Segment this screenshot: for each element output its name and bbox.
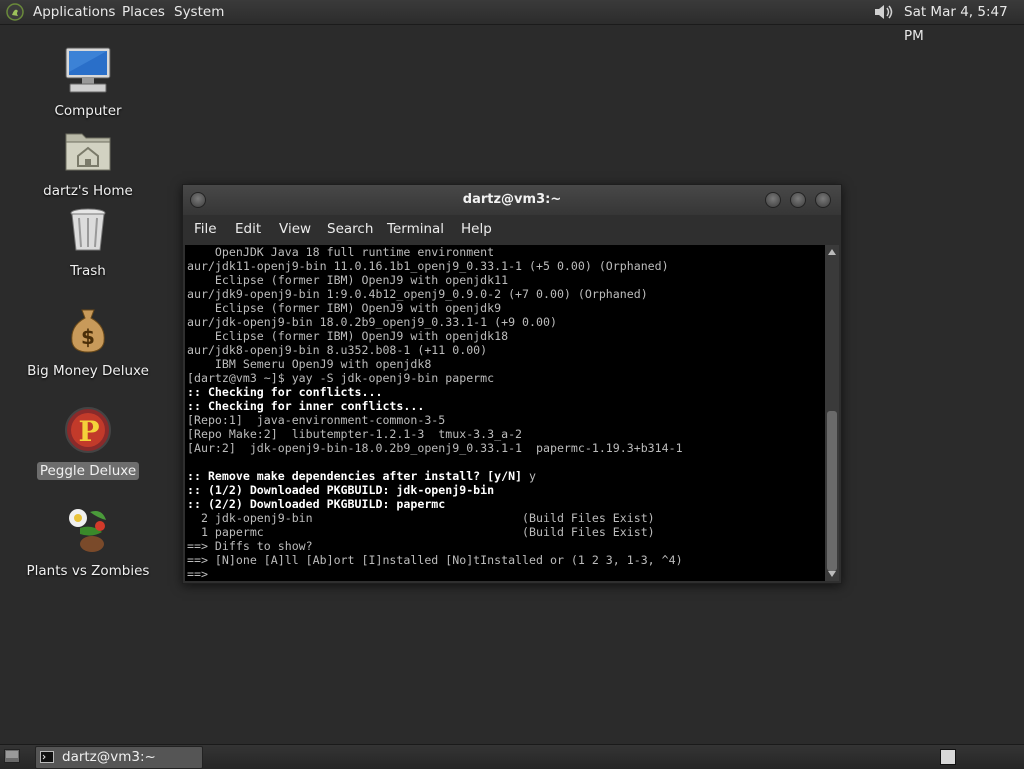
top-panel: Applications Places System Sat Mar 4, 5:…: [0, 0, 1024, 44]
svg-text:$: $: [81, 325, 95, 349]
desktop-icon-label: Plants vs Zombies: [26, 563, 150, 579]
desktop-icon-label: Big Money Deluxe: [27, 363, 149, 379]
terminal-line: Eclipse (former IBM) OpenJ9 with openjdk…: [187, 301, 502, 315]
scrollbar-thumb[interactable]: [827, 411, 837, 571]
desktop-icon-computer[interactable]: Computer: [23, 44, 153, 120]
places-menu[interactable]: Places: [122, 0, 165, 24]
terminal-line: Eclipse (former IBM) OpenJ9 with openjdk…: [187, 273, 509, 287]
taskbar-terminal-button[interactable]: dartz@vm3:~: [35, 746, 203, 769]
terminal-line: aur/jdk9-openj9-bin 1:9.0.4b12_openj9_0.…: [187, 287, 648, 301]
terminal-scrollbar[interactable]: [825, 245, 839, 581]
terminal-line: [Repo:1] java-environment-common-3-5: [187, 413, 446, 427]
desktop-icon-big-money-deluxe[interactable]: $ Big Money Deluxe: [23, 304, 153, 380]
menu-terminal[interactable]: Terminal: [387, 215, 444, 243]
show-desktop-icon[interactable]: [4, 749, 20, 763]
money-bag-icon: $: [71, 309, 105, 353]
desktop-icon-label: Computer: [54, 103, 122, 119]
terminal-menubar: File Edit View Search Terminal Help: [183, 215, 841, 243]
plants-vs-zombies-icon: [69, 509, 106, 552]
computer-icon: [65, 47, 111, 93]
peggle-icon: P: [65, 407, 111, 453]
terminal-line: [dartz@vm3 ~]$ yay -S jdk-openj9-bin pap…: [187, 371, 495, 385]
desktop-icon-label: Trash: [70, 263, 106, 279]
menu-help[interactable]: Help: [461, 215, 492, 243]
taskbar-terminal-label: dartz@vm3:~: [62, 749, 156, 765]
desktop-icon-label: dartz's Home: [43, 183, 133, 199]
terminal-line: aur/jdk8-openj9-bin 8.u352.b08-1 (+11 0.…: [187, 343, 488, 357]
maximize-icon[interactable]: [790, 192, 806, 208]
gnome-foot-icon[interactable]: [6, 3, 24, 21]
system-menu[interactable]: System: [174, 0, 224, 24]
terminal-line: IBM Semeru OpenJ9 with openjdk8: [187, 357, 432, 371]
menu-view[interactable]: View: [279, 215, 311, 243]
terminal-line: :: (2/2) Downloaded PKGBUILD: papermc: [187, 497, 446, 511]
menu-file[interactable]: File: [194, 215, 217, 243]
terminal-line: :: Checking for conflicts...: [187, 385, 383, 399]
scroll-down-icon[interactable]: [828, 571, 836, 577]
scroll-up-icon[interactable]: [828, 249, 836, 255]
terminal-line: 1 papermc (Build Files Exist): [187, 525, 655, 539]
workspace-switcher-icon[interactable]: [940, 749, 956, 765]
menu-search[interactable]: Search: [327, 215, 373, 243]
clock[interactable]: Sat Mar 4, 5:47 PM: [904, 0, 1024, 44]
close-icon[interactable]: [815, 192, 831, 208]
terminal-line: OpenJDK Java 18 full runtime environment: [187, 245, 495, 259]
speaker-icon[interactable]: [873, 3, 895, 21]
minimize-icon[interactable]: [765, 192, 781, 208]
terminal-line: aur/jdk-openj9-bin 18.0.2b9_openj9_0.33.…: [187, 315, 557, 329]
svg-text:P: P: [78, 415, 99, 448]
menu-edit[interactable]: Edit: [235, 215, 261, 243]
terminal-line: [Repo Make:2] libutempter-1.2.1-3 tmux-3…: [187, 427, 523, 441]
terminal-line: ==> Diffs to show?: [187, 539, 313, 553]
terminal-window[interactable]: dartz@vm3:~ File Edit View Search Termin…: [182, 184, 842, 584]
applications-menu[interactable]: Applications: [33, 0, 115, 24]
terminal-line: [Aur:2] jdk-openj9-bin-18.0.2b9_openj9_0…: [187, 441, 683, 455]
terminal-lines: OpenJDK Java 18 full runtime environment…: [187, 245, 683, 581]
terminal-line: aur/jdk11-openj9-bin 11.0.16.1b1_openj9_…: [187, 259, 669, 273]
terminal-output[interactable]: OpenJDK Java 18 full runtime environment…: [185, 245, 825, 581]
bottom-panel: dartz@vm3:~: [0, 744, 1024, 769]
trash-icon: [70, 208, 106, 251]
desktop-icon-trash[interactable]: Trash: [23, 204, 153, 280]
terminal-icon: [40, 751, 54, 763]
terminal-line: :: Checking for inner conflicts...: [187, 399, 425, 413]
desktop-icon-peggle-deluxe[interactable]: P Peggle Deluxe: [23, 404, 153, 480]
terminal-line: 2 jdk-openj9-bin (Build Files Exist): [187, 511, 655, 525]
terminal-line: ==>: [187, 567, 215, 581]
desktop-icon-label: Peggle Deluxe: [36, 462, 140, 480]
home-folder-icon: [65, 133, 111, 171]
terminal-line: Eclipse (former IBM) OpenJ9 with openjdk…: [187, 329, 509, 343]
window-title: dartz@vm3:~: [462, 192, 562, 207]
desktop-icon-plants-vs-zombies[interactable]: Plants vs Zombies: [23, 504, 153, 580]
terminal-titlebar[interactable]: dartz@vm3:~: [183, 185, 841, 215]
terminal-line: :: Remove make dependencies after instal…: [187, 469, 537, 483]
terminal-line: ==> [N]one [A]ll [Ab]ort [I]nstalled [No…: [187, 553, 683, 567]
desktop-icon-home[interactable]: dartz's Home: [23, 124, 153, 200]
terminal-line: :: (1/2) Downloaded PKGBUILD: jdk-openj9…: [187, 483, 495, 497]
